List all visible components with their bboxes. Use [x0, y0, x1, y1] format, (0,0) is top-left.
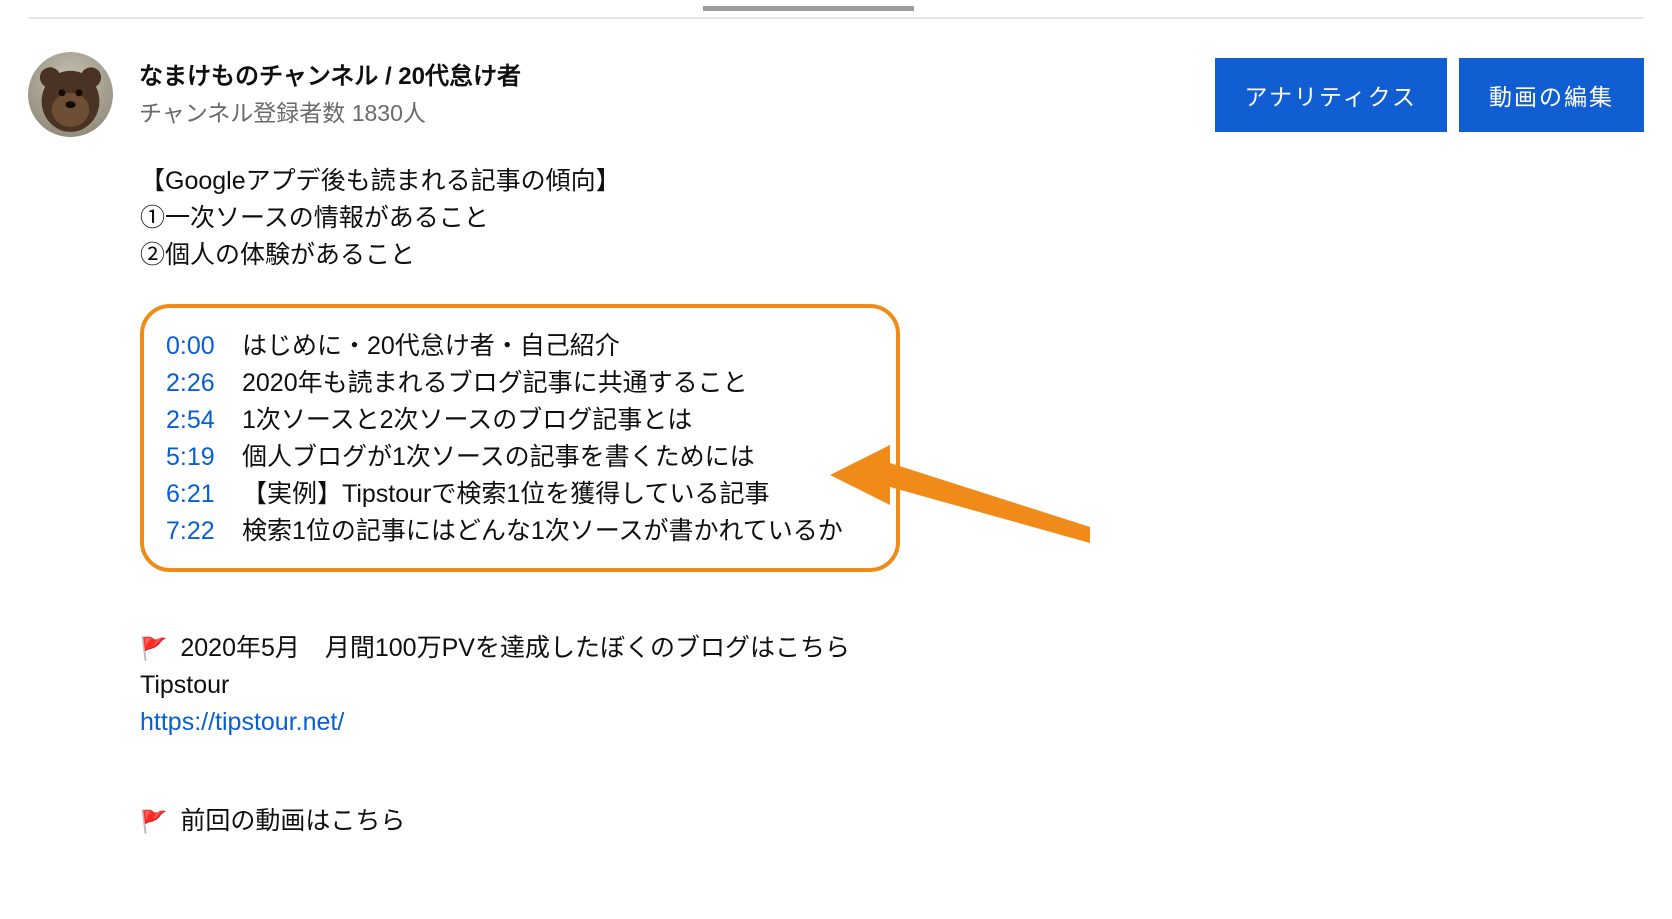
chapter-row: 6:21 【実例】Tipstourで検索1位を獲得している記事 [166, 476, 874, 513]
analytics-button[interactable]: アナリティクス [1215, 58, 1447, 132]
blog-promo-headline-row: 🚩 2020年5月 月間100万PVを達成したぼくのブログはこちら [140, 630, 1644, 667]
chapter-timestamp[interactable]: 5:19 [166, 439, 218, 476]
blog-promo-section: 🚩 2020年5月 月間100万PVを達成したぼくのブログはこちら Tipsto… [140, 630, 1644, 741]
description-point-1: ①一次ソースの情報があること [140, 200, 1644, 237]
channel-avatar[interactable] [28, 52, 113, 137]
chapter-label: 個人ブログが1次ソースの記事を書くためには [242, 439, 755, 476]
flag-icon: 🚩 [140, 809, 167, 834]
chapter-timestamp[interactable]: 2:26 [166, 365, 218, 402]
blog-link[interactable]: https://tipstour.net/ [140, 704, 1644, 741]
subscriber-count: チャンネル登録者数 1830人 [139, 94, 521, 128]
channel-header: なまけものチャンネル / 20代怠け者 チャンネル登録者数 1830人 アナリテ… [28, 52, 1644, 137]
chapter-row: 2:54 1次ソースと2次ソースのブログ記事とは [166, 402, 874, 439]
top-divider [28, 17, 1644, 19]
description-title: 【Googleアプデ後も読まれる記事の傾向】 [140, 163, 1644, 200]
chapter-row: 5:19 個人ブログが1次ソースの記事を書くためには [166, 439, 874, 476]
chapter-label: 検索1位の記事にはどんな1次ソースが書かれているか [242, 513, 843, 550]
blog-name: Tipstour [140, 667, 1644, 704]
flag-icon: 🚩 [140, 636, 167, 661]
chapter-timestamp[interactable]: 6:21 [166, 476, 218, 513]
chapter-row: 0:00 はじめに・20代怠け者・自己紹介 [166, 328, 874, 365]
edit-video-button[interactable]: 動画の編集 [1459, 58, 1644, 132]
annotation-arrow-icon [830, 445, 1090, 555]
chapter-timestamp[interactable]: 7:22 [166, 513, 218, 550]
chapter-label: はじめに・20代怠け者・自己紹介 [242, 328, 620, 365]
chapter-label: 1次ソースと2次ソースのブログ記事とは [242, 402, 692, 439]
avatar-image [28, 52, 113, 137]
previous-video-section: 🚩 前回の動画はこちら [140, 803, 1644, 840]
previous-video-label: 前回の動画はこちら [180, 807, 405, 835]
channel-name[interactable]: なまけものチャンネル / 20代怠け者 [139, 61, 521, 92]
description-point-2: ②個人の体験があること [140, 237, 1644, 274]
chapters-highlight-box: 0:00 はじめに・20代怠け者・自己紹介 2:26 2020年も読まれるブログ… [140, 304, 900, 572]
blog-promo-headline: 2020年5月 月間100万PVを達成したぼくのブログはこちら [180, 634, 850, 662]
chapter-label: 2020年も読まれるブログ記事に共通すること [242, 365, 748, 402]
chapter-row: 2:26 2020年も読まれるブログ記事に共通すること [166, 365, 874, 402]
header-buttons: アナリティクス 動画の編集 [1215, 58, 1644, 132]
chapter-timestamp[interactable]: 2:54 [166, 402, 218, 439]
active-tab-indicator [703, 6, 914, 11]
channel-info: なまけものチャンネル / 20代怠け者 チャンネル登録者数 1830人 [139, 61, 521, 128]
chapter-row: 7:22 検索1位の記事にはどんな1次ソースが書かれているか [166, 513, 874, 550]
chapter-label: 【実例】Tipstourで検索1位を獲得している記事 [242, 476, 770, 513]
chapter-timestamp[interactable]: 0:00 [166, 328, 218, 365]
